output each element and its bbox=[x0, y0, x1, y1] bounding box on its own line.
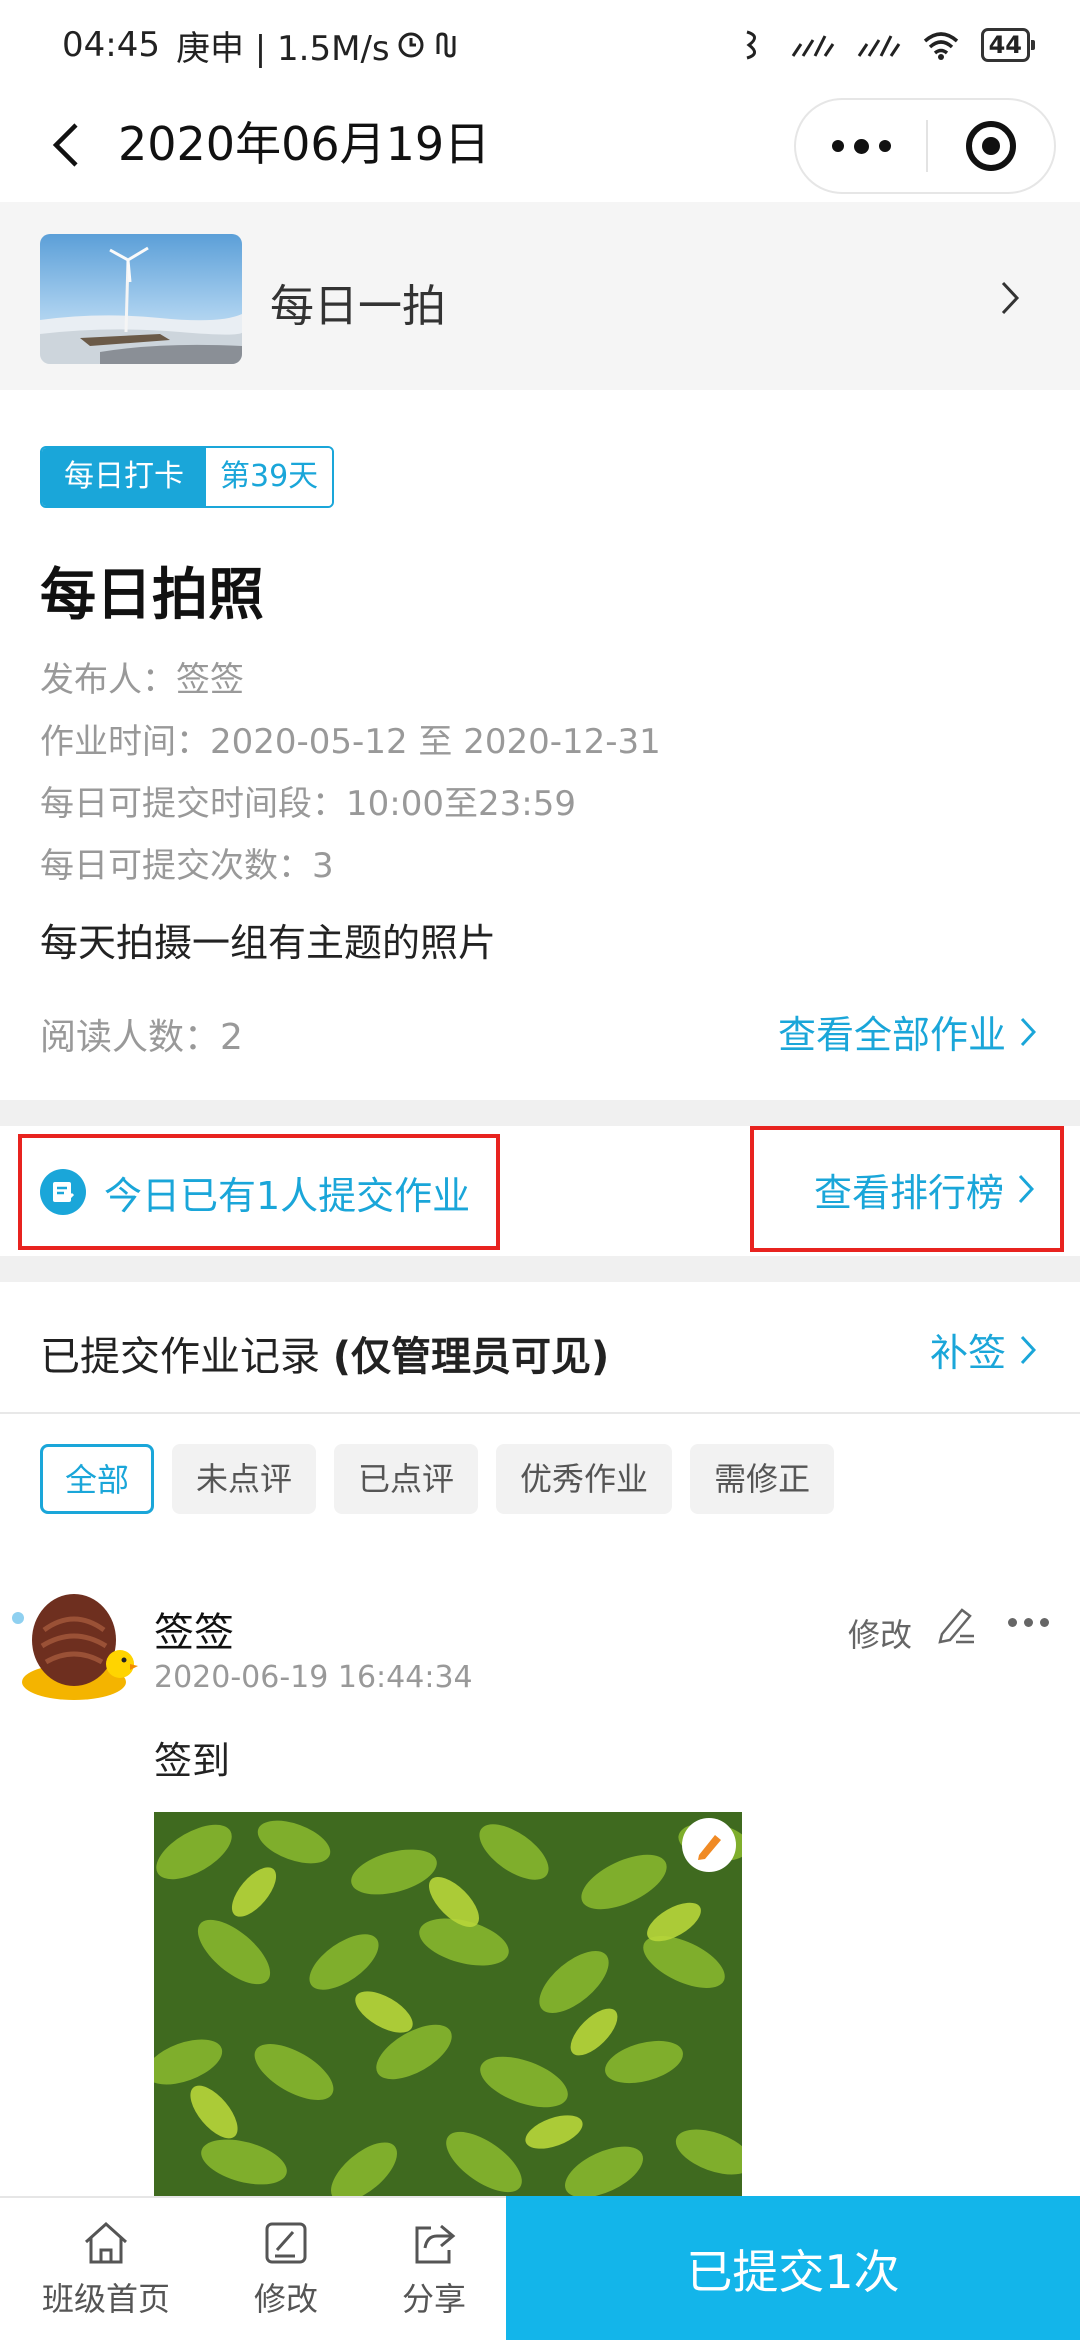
share-icon bbox=[415, 2224, 456, 2264]
nfc-icon bbox=[436, 32, 456, 58]
status-left: 04:45 庚申 | 1.5M/s bbox=[62, 21, 462, 70]
homework-tag: 每日打卡 第39天 bbox=[40, 446, 335, 508]
chevron-right-icon bbox=[1020, 1335, 1036, 1364]
filter-reviewed[interactable]: 已点评 bbox=[334, 1444, 479, 1514]
publisher-text: 发布人：签签 bbox=[40, 660, 244, 700]
battery-indicator: 44 bbox=[980, 28, 1036, 62]
homework-title: 每日拍照 bbox=[40, 563, 264, 628]
class-name: 每日一拍 bbox=[270, 281, 446, 332]
records-title-admin-note: (仅管理员可见) bbox=[332, 1334, 610, 1380]
alarm-icon bbox=[398, 32, 424, 58]
class-thumbnail bbox=[40, 234, 242, 364]
post-more-icon[interactable] bbox=[1008, 1618, 1049, 1627]
edit-icon bbox=[265, 2222, 307, 2264]
records-title: 已提交作业记录 (仅管理员可见) bbox=[40, 1324, 609, 1382]
filter-chips: 全部 未点评 已点评 优秀作业 需修正 bbox=[40, 1444, 835, 1514]
bottom-edit-button[interactable]: 修改 bbox=[206, 2198, 366, 2340]
post-timestamp: 2020-06-19 16:44:34 bbox=[154, 1660, 473, 1695]
tag-day-count: 第39天 bbox=[206, 448, 333, 506]
more-menu-icon[interactable] bbox=[796, 100, 926, 192]
submit-window-text: 每日可提交时间段：10:00至23:59 bbox=[40, 784, 576, 824]
makeup-checkin-link[interactable]: 补签 bbox=[930, 1322, 1036, 1377]
photo-annotate-icon[interactable] bbox=[682, 1818, 736, 1872]
share-button[interactable]: 分享 bbox=[354, 2198, 514, 2340]
filter-all[interactable]: 全部 bbox=[40, 1444, 155, 1514]
edit-pen-icon[interactable] bbox=[934, 1602, 978, 1646]
status-right: 44 bbox=[741, 28, 1036, 62]
signal-icon-1 bbox=[791, 35, 834, 57]
today-summary-row: 今日已有1人提交作业 查看排行榜 bbox=[0, 1126, 1080, 1256]
chevron-right-icon bbox=[1018, 1174, 1034, 1204]
today-submitted-box[interactable]: 今日已有1人提交作业 bbox=[18, 1134, 500, 1250]
post-photo[interactable] bbox=[154, 1812, 742, 2196]
records-header: 已提交作业记录 (仅管理员可见) 补签 bbox=[0, 1282, 1080, 1414]
makeup-label: 补签 bbox=[929, 1331, 1006, 1375]
section-divider bbox=[0, 1100, 1080, 1126]
post-text: 签到 bbox=[154, 1739, 231, 1783]
vibrate-icon bbox=[746, 30, 756, 60]
readers-count: 阅读人数：2 bbox=[40, 1017, 243, 1058]
homework-description: 每天拍摄一组有主题的照片 bbox=[40, 921, 497, 965]
view-all-label: 查看全部作业 bbox=[777, 1013, 1006, 1057]
chevron-right-icon bbox=[1001, 281, 1020, 315]
tag-type: 每日打卡 bbox=[42, 448, 206, 506]
status-extra: 庚申 | 1.5M/s bbox=[175, 28, 390, 69]
view-ranking-link[interactable]: 查看排行榜 bbox=[750, 1126, 1064, 1252]
home-icon bbox=[84, 2221, 128, 2264]
submit-times-text: 每日可提交次数：3 bbox=[40, 846, 334, 886]
bottom-action-bar: 班级首页 修改 分享 已提交1次 bbox=[0, 2196, 1080, 2340]
records-title-text: 已提交作业记录 bbox=[40, 1334, 333, 1380]
view-ranking-label: 查看排行榜 bbox=[813, 1170, 1004, 1215]
view-all-homework-link[interactable]: 查看全部作业 bbox=[778, 1004, 1036, 1059]
section-divider bbox=[0, 1256, 1080, 1282]
chevron-right-icon bbox=[1020, 1017, 1036, 1046]
avatar[interactable] bbox=[12, 1590, 140, 1704]
status-bar: 04:45 庚申 | 1.5M/s 44 bbox=[0, 0, 1080, 90]
period-text: 作业时间：2020-05-12 至 2020-12-31 bbox=[40, 722, 661, 762]
filter-excellent[interactable]: 优秀作业 bbox=[496, 1444, 673, 1514]
today-submitted-text: 今日已有1人提交作业 bbox=[104, 1173, 471, 1218]
back-icon[interactable] bbox=[40, 120, 90, 170]
share-label: 分享 bbox=[401, 2280, 466, 2318]
edit-post-button[interactable]: 修改 bbox=[848, 1610, 912, 1656]
page-title: 2020年06月19日 bbox=[118, 117, 491, 171]
nav-bar: 2020年06月19日 bbox=[0, 90, 1080, 202]
submission-post: 签签 2020-06-19 16:44:34 修改 签到 bbox=[0, 1590, 1080, 2196]
status-time: 04:45 bbox=[62, 25, 160, 65]
signal-icon-2 bbox=[857, 35, 900, 57]
bottom-edit-label: 修改 bbox=[253, 2280, 318, 2318]
homework-note-icon bbox=[40, 1169, 86, 1215]
homework-detail: 每日打卡 第39天 每日拍照 发布人：签签 作业时间：2020-05-12 至 … bbox=[0, 390, 1080, 1100]
wifi-icon bbox=[923, 32, 958, 60]
poster-name: 签签 bbox=[154, 1610, 234, 1656]
close-mini-program-icon[interactable] bbox=[928, 100, 1054, 192]
submitted-count-button[interactable]: 已提交1次 bbox=[506, 2196, 1080, 2340]
class-home-label: 班级首页 bbox=[41, 2280, 170, 2318]
filter-needs-correction[interactable]: 需修正 bbox=[690, 1444, 835, 1514]
filter-unreviewed[interactable]: 未点评 bbox=[172, 1444, 317, 1514]
class-home-button[interactable]: 班级首页 bbox=[26, 2198, 186, 2340]
class-card[interactable]: 每日一拍 bbox=[0, 202, 1080, 390]
mini-program-capsule bbox=[794, 98, 1056, 194]
